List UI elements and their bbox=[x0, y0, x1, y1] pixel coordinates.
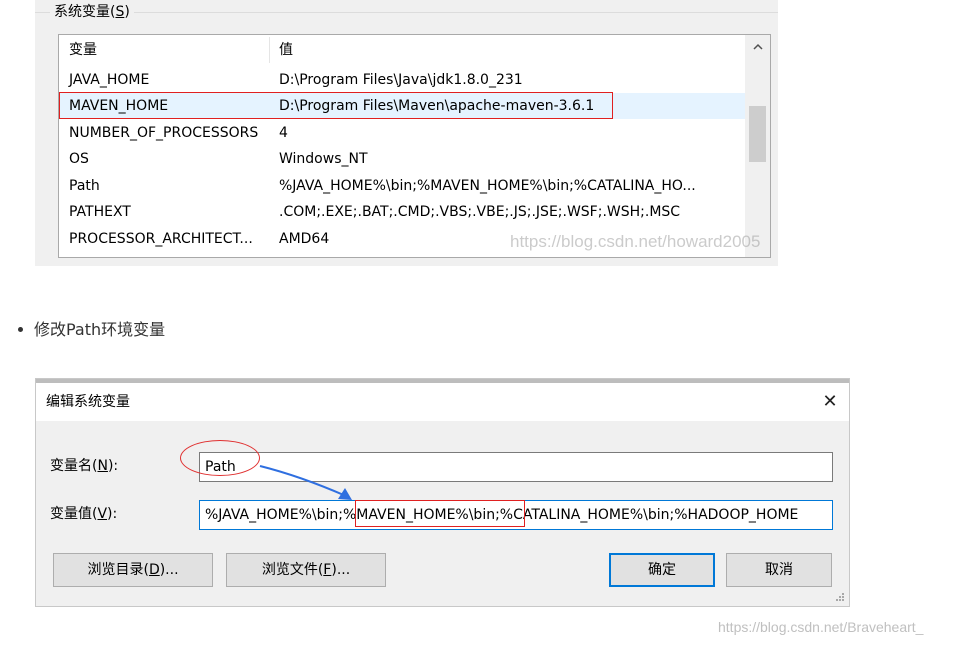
system-variables-group-label: 系统变量(S) bbox=[50, 2, 134, 22]
variable-name: PATHEXT bbox=[69, 204, 131, 220]
column-header-value[interactable]: 值 bbox=[279, 35, 293, 65]
variable-value: AMD64 bbox=[279, 231, 330, 247]
group-border bbox=[35, 12, 778, 13]
vertical-scrollbar[interactable] bbox=[745, 35, 770, 257]
dialog-title: 编辑系统变量 bbox=[46, 394, 130, 410]
variable-value-label: 变量值(V): bbox=[50, 506, 118, 522]
resize-grip-icon[interactable] bbox=[834, 591, 844, 604]
close-icon[interactable]: ✕ bbox=[816, 383, 844, 421]
list-header: 变量 值 bbox=[59, 35, 745, 65]
table-row[interactable]: JAVA_HOME D:\Program Files\Java\jdk1.8.0… bbox=[59, 67, 745, 93]
browse-directory-button[interactable]: 浏览目录(D)... bbox=[53, 553, 213, 587]
variable-name: NUMBER_OF_PROCESSORS bbox=[69, 125, 259, 141]
scroll-up-arrow-icon[interactable] bbox=[745, 35, 770, 57]
bullet-icon bbox=[18, 327, 23, 332]
highlight-box bbox=[355, 500, 525, 527]
column-divider[interactable] bbox=[269, 37, 270, 63]
ok-button[interactable]: 确定 bbox=[609, 553, 715, 587]
variable-name: Path bbox=[69, 178, 100, 194]
browse-file-button[interactable]: 浏览文件(F)... bbox=[226, 553, 386, 587]
scrollbar-thumb[interactable] bbox=[749, 106, 766, 162]
column-header-name[interactable]: 变量 bbox=[69, 35, 97, 65]
system-variables-panel: 系统变量(S) 变量 值 JAVA_HOME D:\Program Files\… bbox=[35, 0, 778, 266]
variable-name: OS bbox=[69, 151, 89, 167]
dialog-titlebar[interactable]: 编辑系统变量 ✕ bbox=[36, 383, 849, 421]
variable-value: %JAVA_HOME%\bin;%MAVEN_HOME%\bin;%CATALI… bbox=[279, 178, 696, 194]
highlight-ellipse bbox=[180, 440, 260, 476]
variable-value: 4 bbox=[279, 125, 288, 141]
variable-name: PROCESSOR_ARCHITECT... bbox=[69, 231, 253, 247]
system-variables-list[interactable]: 变量 值 JAVA_HOME D:\Program Files\Java\jdk… bbox=[58, 34, 771, 258]
variable-value: D:\Program Files\Java\jdk1.8.0_231 bbox=[279, 72, 523, 88]
table-row[interactable]: NUMBER_OF_PROCESSORS 4 bbox=[59, 120, 745, 146]
variable-name-label: 变量名(N): bbox=[50, 458, 119, 474]
cancel-button[interactable]: 取消 bbox=[726, 553, 832, 587]
arrow-icon bbox=[259, 465, 352, 500]
table-row[interactable]: PATHEXT .COM;.EXE;.BAT;.CMD;.VBS;.VBE;.J… bbox=[59, 199, 745, 225]
table-row[interactable]: Path %JAVA_HOME%\bin;%MAVEN_HOME%\bin;%C… bbox=[59, 173, 745, 199]
variable-value: Windows_NT bbox=[279, 151, 368, 167]
variable-name: JAVA_HOME bbox=[69, 72, 150, 88]
variable-value: .COM;.EXE;.BAT;.CMD;.VBS;.VBE;.JS;.JSE;.… bbox=[279, 204, 681, 220]
watermark: https://blog.csdn.net/Braveheart_ bbox=[718, 619, 924, 635]
watermark: https://blog.csdn.net/howard2005 bbox=[510, 232, 761, 251]
table-row[interactable]: OS Windows_NT bbox=[59, 146, 745, 172]
bullet-text: 修改Path环境变量 bbox=[34, 320, 166, 339]
highlight-box bbox=[59, 92, 613, 119]
edit-system-variable-dialog: 编辑系统变量 ✕ 变量名(N): Path 变量值(V): %JAVA_HOME… bbox=[35, 378, 850, 607]
